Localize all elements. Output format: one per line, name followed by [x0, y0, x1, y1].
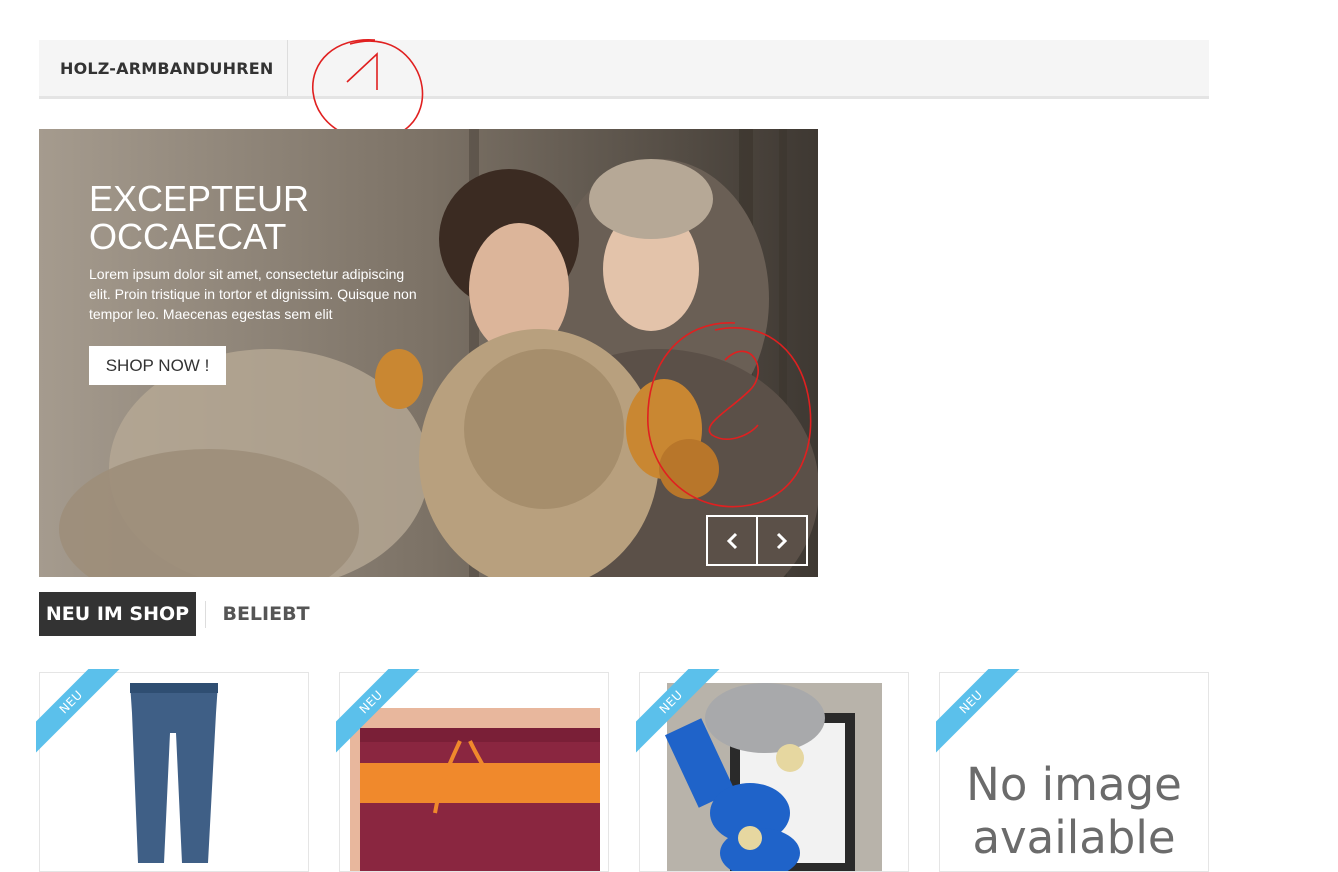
chevron-left-icon — [726, 532, 738, 549]
top-menu: HOLZ-ARMBANDUHREN — [39, 40, 1209, 99]
product-image-jeans — [130, 683, 218, 863]
tab-neu-im-shop[interactable]: NEU IM SHOP — [39, 592, 196, 636]
product-image-real-madrid-baby-set — [664, 683, 882, 871]
slide-title: EXCEPTEUR OCCAECAT — [89, 178, 310, 257]
shop-now-button[interactable]: SHOP NOW ! — [89, 346, 226, 385]
slide-text: Lorem ipsum dolor sit amet, consectetur … — [89, 266, 417, 322]
chevron-right-icon — [776, 532, 788, 549]
product-card[interactable]: No image available — [939, 672, 1209, 872]
hero-slider: EXCEPTEUR OCCAECAT Lorem ipsum dolor sit… — [39, 129, 818, 577]
menu-item-holz-armbanduhren[interactable]: HOLZ-ARMBANDUHREN — [39, 40, 288, 96]
product-image-shorts — [350, 708, 600, 871]
no-image-text: No image available — [966, 758, 1182, 864]
tab-beliebt[interactable]: BELIEBT — [216, 592, 316, 636]
product-card[interactable] — [39, 672, 309, 872]
slider-nav — [706, 515, 808, 566]
product-card[interactable] — [339, 672, 609, 872]
tab-divider — [205, 601, 206, 628]
slider-prev-button[interactable] — [708, 517, 756, 564]
slider-next-button[interactable] — [756, 517, 806, 564]
product-card[interactable] — [639, 672, 909, 872]
